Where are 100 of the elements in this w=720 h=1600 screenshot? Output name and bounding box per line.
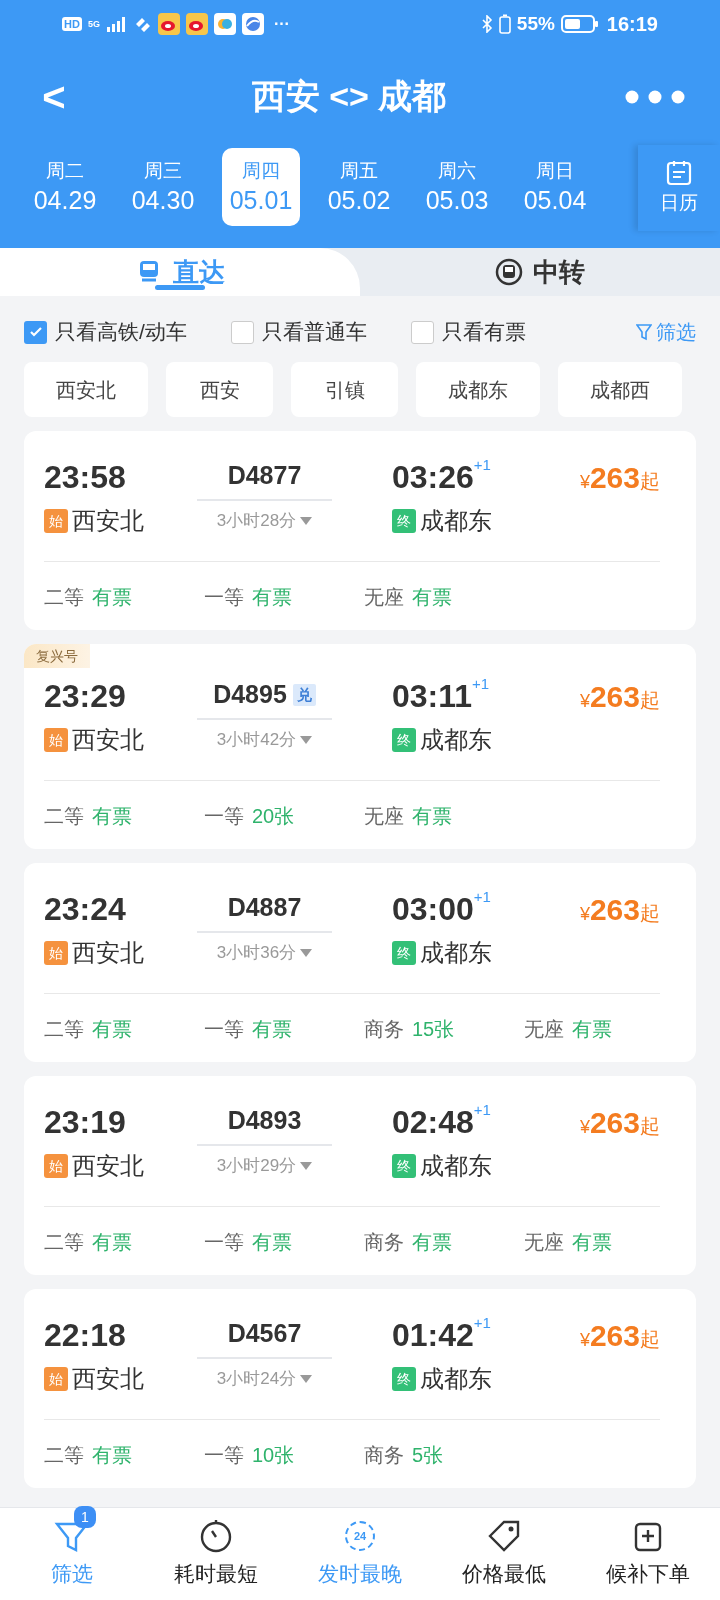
arrival-time: 02:48 bbox=[392, 1103, 474, 1142]
battery-saver-icon bbox=[498, 14, 511, 34]
terminal-tag: 终 bbox=[392, 509, 416, 533]
destination-station: 成都东 bbox=[420, 938, 492, 968]
weibo-app-icon bbox=[157, 13, 180, 35]
next-day-mark: +1 bbox=[473, 1102, 491, 1118]
departure-time: 22:18 bbox=[44, 1316, 127, 1355]
departure-time: 23:19 bbox=[44, 1103, 127, 1142]
stopwatch-icon bbox=[198, 1518, 234, 1555]
caret-icon bbox=[300, 736, 313, 744]
transfer-train-icon bbox=[495, 258, 523, 286]
ticket-price: ¥263起 bbox=[579, 1317, 661, 1354]
origin-station: 西安北 bbox=[72, 725, 144, 755]
departure-time: 23:58 bbox=[44, 458, 127, 497]
seat-availability: 一等 20张 bbox=[204, 804, 296, 829]
more-notifications: ··· bbox=[273, 14, 290, 34]
filter-checkbox[interactable]: 只看高铁/动车 bbox=[24, 316, 187, 348]
exchange-tag: 兑 bbox=[292, 683, 316, 707]
station-chip[interactable]: 西安北 bbox=[24, 362, 148, 417]
ticket-price: ¥263起 bbox=[579, 891, 661, 928]
sort-tab[interactable]: 价格最低 bbox=[432, 1508, 576, 1600]
seat-availability: 商务 有票 bbox=[364, 1230, 453, 1255]
caret-icon bbox=[300, 1375, 313, 1383]
seat-availability: 商务 15张 bbox=[364, 1017, 456, 1042]
battery-icon bbox=[560, 14, 599, 34]
terminal-tag: 终 bbox=[392, 1154, 416, 1178]
browser-app-icon bbox=[241, 13, 264, 35]
seat-availability: 二等 有票 bbox=[44, 804, 133, 829]
clock-time: 16:19 bbox=[606, 12, 658, 37]
origin-tag: 始 bbox=[44, 1367, 68, 1391]
clock-icon: 24 bbox=[345, 1521, 375, 1552]
station-chip[interactable]: 引镇 bbox=[291, 362, 398, 417]
seat-availability: 一等 有票 bbox=[204, 1230, 293, 1255]
station-chip[interactable]: 成都东 bbox=[416, 362, 540, 417]
seat-availability: 商务 5张 bbox=[364, 1443, 445, 1468]
departure-time: 23:24 bbox=[44, 890, 127, 929]
seat-availability: 无座 有票 bbox=[524, 1230, 613, 1255]
train-number: D4877 bbox=[227, 460, 302, 492]
battery-percent: 55% bbox=[516, 11, 555, 36]
seat-availability: 一等 有票 bbox=[204, 1017, 293, 1042]
bluetooth-icon bbox=[480, 15, 493, 33]
seat-availability: 无座 有票 bbox=[364, 804, 453, 829]
weibo-app-icon bbox=[185, 13, 208, 35]
route-tab[interactable]: 中转 bbox=[360, 248, 720, 296]
sort-tab[interactable]: 候补下单 bbox=[576, 1508, 720, 1600]
next-day-mark: +1 bbox=[473, 457, 491, 473]
origin-tag: 始 bbox=[44, 509, 68, 533]
next-day-mark: +1 bbox=[472, 676, 490, 692]
origin-tag: 始 bbox=[44, 728, 68, 752]
filter-checkbox[interactable]: 只看普通车 bbox=[230, 316, 367, 348]
train-number: D4887 bbox=[227, 892, 302, 924]
origin-station: 西安北 bbox=[72, 506, 144, 536]
seat-availability: 无座 有票 bbox=[364, 585, 453, 610]
origin-station: 西安北 bbox=[72, 1151, 144, 1181]
caret-icon bbox=[300, 1162, 313, 1170]
seat-availability: 二等 有票 bbox=[44, 585, 133, 610]
next-day-mark: +1 bbox=[473, 889, 491, 905]
filter-icon bbox=[636, 323, 652, 341]
hd-indicator: HD bbox=[62, 17, 82, 31]
arrival-time: 03:11 bbox=[392, 677, 473, 716]
terminal-tag: 终 bbox=[392, 728, 416, 752]
train-number: D4893 bbox=[227, 1105, 302, 1137]
filter-checkbox[interactable]: 只看有票 bbox=[410, 316, 526, 348]
next-day-mark: +1 bbox=[473, 1315, 491, 1331]
seat-availability: 二等 有票 bbox=[44, 1230, 133, 1255]
origin-station: 西安北 bbox=[72, 938, 144, 968]
calendar-icon bbox=[665, 158, 693, 187]
network-label: 5G bbox=[87, 19, 100, 29]
ticket-price: ¥263起 bbox=[579, 1104, 661, 1141]
origin-tag: 始 bbox=[44, 941, 68, 965]
arrival-time: 03:26 bbox=[392, 458, 474, 497]
seat-availability: 二等 有票 bbox=[44, 1443, 133, 1468]
origin-station: 西安北 bbox=[72, 1364, 144, 1394]
arrival-time: 03:00 bbox=[392, 890, 474, 929]
seat-availability: 二等 有票 bbox=[44, 1017, 133, 1042]
caret-icon bbox=[300, 949, 313, 957]
arrival-time: 01:42 bbox=[392, 1316, 474, 1355]
terminal-tag: 终 bbox=[392, 941, 416, 965]
ticket-price: ¥263起 bbox=[579, 678, 661, 715]
train-number: D4895 bbox=[213, 679, 287, 711]
seat-availability: 一等 有票 bbox=[204, 585, 293, 610]
origin-tag: 始 bbox=[44, 1154, 68, 1178]
ticket-price: ¥263起 bbox=[579, 459, 661, 496]
station-chip[interactable]: 成都西 bbox=[558, 362, 682, 417]
departure-time: 23:29 bbox=[44, 677, 127, 716]
train-type-tag: 复兴号 bbox=[24, 644, 90, 668]
caret-icon bbox=[300, 517, 313, 525]
station-chip[interactable]: 西安 bbox=[166, 362, 273, 417]
destination-station: 成都东 bbox=[420, 725, 492, 755]
seat-availability: 无座 有票 bbox=[524, 1017, 613, 1042]
signal-icon bbox=[105, 16, 128, 32]
destination-station: 成都东 bbox=[420, 1364, 492, 1394]
more-icon[interactable] bbox=[624, 88, 686, 105]
terminal-tag: 终 bbox=[392, 1367, 416, 1391]
destination-station: 成都东 bbox=[420, 506, 492, 536]
destination-station: 成都东 bbox=[420, 1151, 492, 1181]
app-icon bbox=[213, 13, 236, 35]
seat-availability: 一等 10张 bbox=[204, 1443, 296, 1468]
route-title: 西安 <> 成都 bbox=[250, 76, 448, 117]
sort-tab[interactable]: 耗时最短 bbox=[144, 1508, 288, 1600]
